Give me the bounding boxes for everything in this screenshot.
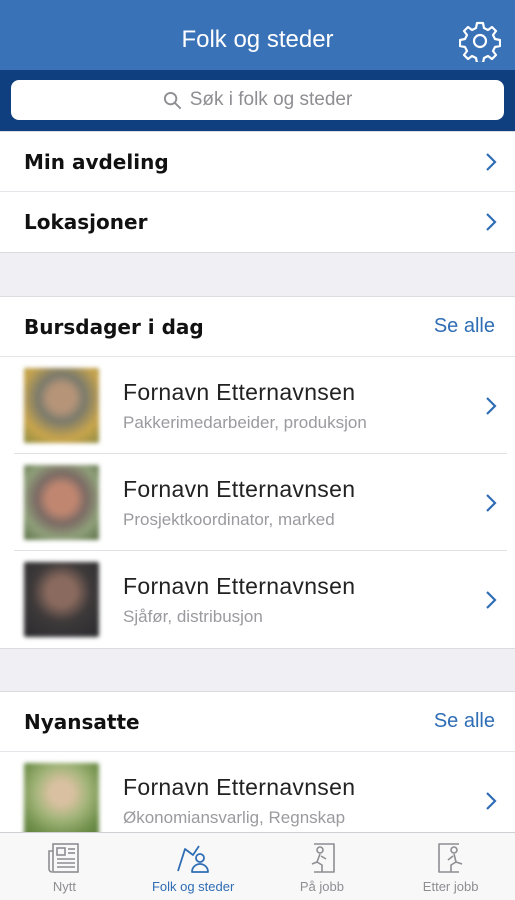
after-work-icon xyxy=(437,843,462,873)
tab-label: Etter jobb xyxy=(422,879,479,894)
avatar xyxy=(24,562,99,637)
tab-bar: Nytt Folk og steder På jobb Etter jobb xyxy=(0,832,515,900)
nav-row-label: Lokasjoner xyxy=(24,210,148,234)
page-title: Folk og steder xyxy=(181,26,334,53)
newspaper-icon xyxy=(48,843,80,873)
tab-paa-jobb[interactable]: På jobb xyxy=(258,833,387,900)
nav-row-label: Min avdeling xyxy=(24,149,169,174)
search-band: Søk i folk og steder xyxy=(0,70,515,131)
tab-label: Folk og steder xyxy=(151,879,235,894)
chevron-right-icon xyxy=(486,152,497,171)
see-all-birthdays-link[interactable]: Se alle xyxy=(434,315,495,338)
tab-nytt[interactable]: Nytt xyxy=(0,833,129,900)
new-hires-header: Nyansatte Se alle xyxy=(0,692,515,752)
person-role: Pakkerimedarbeider, produksjon xyxy=(123,412,367,432)
tab-label: Nytt xyxy=(52,879,76,894)
nav-row-lokasjoner[interactable]: Lokasjoner xyxy=(0,192,515,252)
see-all-new-hires-link[interactable]: Se alle xyxy=(434,710,495,733)
people-map-icon xyxy=(177,845,210,873)
chevron-right-icon xyxy=(486,213,497,231)
list-item[interactable]: Fornavn Etternavnsen Sjåfør, distribusjo… xyxy=(0,551,515,648)
avatar xyxy=(24,465,99,540)
section-title: Bursdager i dag xyxy=(24,314,204,339)
gear-icon[interactable] xyxy=(459,20,501,62)
new-hires-section: Nyansatte Se alle Fornavn Etternavnsen Ø… xyxy=(0,691,515,849)
birthdays-header: Bursdager i dag Se alle xyxy=(0,297,515,357)
person-name: Fornavn Etternavnsen xyxy=(123,475,356,502)
avatar xyxy=(24,763,99,838)
birthdays-section: Bursdager i dag Se alle Fornavn Etternav… xyxy=(0,296,515,649)
section-title: Nyansatte xyxy=(24,709,140,734)
person-role: Sjåfør, distribusjon xyxy=(123,606,263,626)
chevron-right-icon xyxy=(486,396,497,415)
person-name: Fornavn Etternavnsen xyxy=(123,378,356,405)
chevron-right-icon xyxy=(486,590,497,609)
search-input[interactable]: Søk i folk og steder xyxy=(11,80,504,120)
nav-row-min-avdeling[interactable]: Min avdeling xyxy=(0,132,515,192)
search-placeholder: Søk i folk og steder xyxy=(189,89,353,110)
chevron-right-icon xyxy=(486,493,497,512)
nav-section: Min avdeling Lokasjoner xyxy=(0,131,515,253)
app-header: Folk og steder Søk i folk og steder xyxy=(0,0,515,131)
chevron-right-icon xyxy=(486,791,497,810)
list-item[interactable]: Fornavn Etternavnsen Prosjektkoordinator… xyxy=(0,454,515,551)
person-role: Prosjektkoordinator, marked xyxy=(123,509,335,529)
search-icon xyxy=(163,91,181,109)
person-name: Fornavn Etternavnsen xyxy=(123,773,356,800)
avatar xyxy=(24,368,99,443)
list-item[interactable]: Fornavn Etternavnsen Pakkerimedarbeider,… xyxy=(0,357,515,454)
person-role: Økonomiansvarlig, Regnskap xyxy=(123,807,346,827)
tab-label: På jobb xyxy=(299,879,344,894)
tab-folk-og-steder[interactable]: Folk og steder xyxy=(129,833,258,900)
person-name: Fornavn Etternavnsen xyxy=(123,572,356,599)
at-work-icon xyxy=(311,843,335,873)
tab-etter-jobb[interactable]: Etter jobb xyxy=(386,833,515,900)
